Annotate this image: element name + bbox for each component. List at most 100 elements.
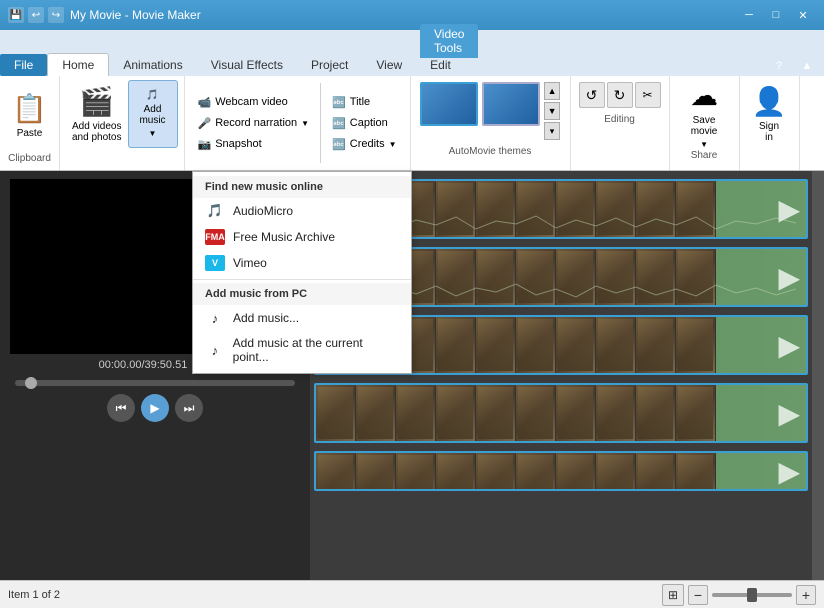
credits-icon: 🔤 xyxy=(332,138,346,151)
timeline-scrollbar[interactable] xyxy=(812,171,824,580)
caption-button[interactable]: 🔤 Caption xyxy=(327,113,401,133)
minimize-ribbon-button[interactable]: ▲ xyxy=(794,56,820,76)
timeline-track-5[interactable] xyxy=(314,451,808,491)
tab-view[interactable]: View xyxy=(362,54,416,76)
video-tools-tab[interactable]: Video Tools xyxy=(420,24,478,58)
title-button[interactable]: 🔤 Title xyxy=(327,92,401,112)
save-quick-icon[interactable]: 💾 xyxy=(8,7,24,23)
tab-edit[interactable]: Edit xyxy=(416,54,465,76)
record-narration-button[interactable]: 🎤 Record narration ▼ xyxy=(193,113,315,133)
clipboard-label: Clipboard xyxy=(6,151,53,166)
left-column: 📹 Webcam video 🎤 Record narration ▼ 📷 Sn… xyxy=(191,88,317,158)
film-frame xyxy=(516,453,556,489)
theme-thumbnails: ▲ ▼ ▾ xyxy=(416,78,564,144)
add-media-group: 🎬 Add videos and photos 🎵 Add music ▼ xyxy=(60,76,185,170)
add-music-current-icon: ♪ xyxy=(205,342,225,358)
add-group-label xyxy=(66,162,128,166)
film-frame xyxy=(356,385,396,441)
editing-label: Editing xyxy=(602,112,637,127)
film-frame xyxy=(436,453,476,489)
theme-thumb-2[interactable] xyxy=(482,82,540,126)
film-frame xyxy=(356,453,396,489)
film-frame xyxy=(396,453,436,489)
film-frame xyxy=(516,317,556,373)
add-music-current-item[interactable]: ♪ Add music at the current point... xyxy=(193,331,411,369)
film-frame xyxy=(596,453,636,489)
go-start-button[interactable]: ⏮ xyxy=(107,394,135,422)
preview-scrubber[interactable] xyxy=(15,380,295,386)
undo-icon[interactable]: ↩ xyxy=(28,7,44,23)
timeline-track-4[interactable] xyxy=(314,383,808,443)
tab-file[interactable]: File xyxy=(0,54,47,76)
vimeo-item[interactable]: V Vimeo xyxy=(193,250,411,276)
paste-button[interactable]: 📋 Paste xyxy=(6,82,53,150)
vimeo-label: Vimeo xyxy=(233,256,267,270)
add-music-item[interactable]: ♪ Add music... xyxy=(193,305,411,331)
zoom-slider-thumb xyxy=(747,588,757,602)
theme-thumb-1[interactable] xyxy=(420,82,478,126)
ribbon-tab-row: File Home Animations Visual Effects Proj… xyxy=(0,52,824,76)
close-button[interactable]: ✕ xyxy=(790,5,816,25)
maximize-button[interactable]: □ xyxy=(763,5,789,25)
redo-icon[interactable]: ↪ xyxy=(48,7,64,23)
tab-project[interactable]: Project xyxy=(297,54,362,76)
ribbon-tab-right: ? ▲ xyxy=(766,56,824,76)
theme-scroll-buttons: ▲ ▼ ▾ xyxy=(544,82,560,140)
free-music-archive-item[interactable]: FMA Free Music Archive xyxy=(193,224,411,250)
tab-animations[interactable]: Animations xyxy=(109,54,196,76)
film-frame xyxy=(516,385,556,441)
add-music-dropdown: Find new music online 🎵 AudioMicro FMA F… xyxy=(192,171,412,374)
editing-buttons: ↺ ↻ ✂ xyxy=(579,78,661,112)
credits-button[interactable]: 🔤 Credits ▼ xyxy=(327,134,401,154)
dropdown-arrow-icon: ▼ xyxy=(149,129,157,138)
ribbon: 📋 Paste Clipboard 🎬 Add videos and photo… xyxy=(0,76,824,171)
save-movie-button[interactable]: ☁ Save movie ▼ xyxy=(681,80,727,148)
minimize-button[interactable]: ─ xyxy=(736,5,762,25)
audiomicro-icon: 🎵 xyxy=(205,203,225,219)
save-movie-label: Save movie xyxy=(691,115,718,137)
zoom-out-button[interactable]: − xyxy=(688,585,708,605)
webcam-video-button[interactable]: 📹 Webcam video xyxy=(193,92,315,112)
audiomicro-item[interactable]: 🎵 AudioMicro xyxy=(193,198,411,224)
status-item-count: Item 1 of 2 xyxy=(8,589,60,601)
dropdown-section-1-label: Find new music online xyxy=(193,176,411,198)
storyboard-view-button[interactable]: ⊞ xyxy=(662,584,684,606)
app-title: My Movie - Movie Maker xyxy=(70,8,201,22)
film-frame xyxy=(476,317,516,373)
vimeo-icon: V xyxy=(205,255,225,271)
trim-button[interactable]: ✂ xyxy=(635,82,661,108)
editing-group: ↺ ↻ ✂ Editing xyxy=(571,76,670,170)
tab-visual-effects[interactable]: Visual Effects xyxy=(197,54,297,76)
clipboard-group: 📋 Paste Clipboard xyxy=(0,76,60,170)
signin-button[interactable]: 👤 Sign in xyxy=(746,80,793,148)
main-area: 00:00.00/39:50.51 ⤢ ⏮ ▶ ⏭ xyxy=(0,171,824,580)
theme-scroll-up[interactable]: ▲ xyxy=(544,82,560,100)
automovie-group: ▲ ▼ ▾ AutoMovie themes xyxy=(411,76,571,170)
film-frame xyxy=(636,453,676,489)
theme-expand[interactable]: ▾ xyxy=(544,122,560,140)
record-icon: 🎤 xyxy=(198,117,212,130)
rotate-left-button[interactable]: ↺ xyxy=(579,82,605,108)
film-frame xyxy=(596,385,636,441)
add-videos-button[interactable]: 🎬 Add videos and photos xyxy=(66,80,128,148)
film-frame xyxy=(396,385,436,441)
zoom-in-button[interactable]: + xyxy=(796,585,816,605)
title-bar-quick-access: 💾 ↩ ↪ xyxy=(8,7,64,23)
window-controls: ─ □ ✕ xyxy=(736,5,816,25)
film-strip-5 xyxy=(316,453,716,489)
caption-label: Caption xyxy=(350,117,388,129)
play-button[interactable]: ▶ xyxy=(141,394,169,422)
title-bar-left: 💾 ↩ ↪ My Movie - Movie Maker xyxy=(8,7,201,23)
rotate-right-button[interactable]: ↻ xyxy=(607,82,633,108)
credits-label: Credits xyxy=(350,138,385,150)
tab-home[interactable]: Home xyxy=(47,53,109,76)
zoom-slider[interactable] xyxy=(712,593,792,597)
add-music-button[interactable]: 🎵 Add music ▼ xyxy=(128,80,178,148)
film-frame xyxy=(596,317,636,373)
snapshot-button[interactable]: 📷 Snapshot xyxy=(193,134,315,154)
preview-timecode: 00:00.00/39:50.51 xyxy=(99,359,188,371)
go-end-button[interactable]: ⏭ xyxy=(175,394,203,422)
theme-scroll-down[interactable]: ▼ xyxy=(544,102,560,120)
help-button[interactable]: ? xyxy=(766,56,792,76)
add-videos-icon: 🎬 xyxy=(79,85,114,118)
